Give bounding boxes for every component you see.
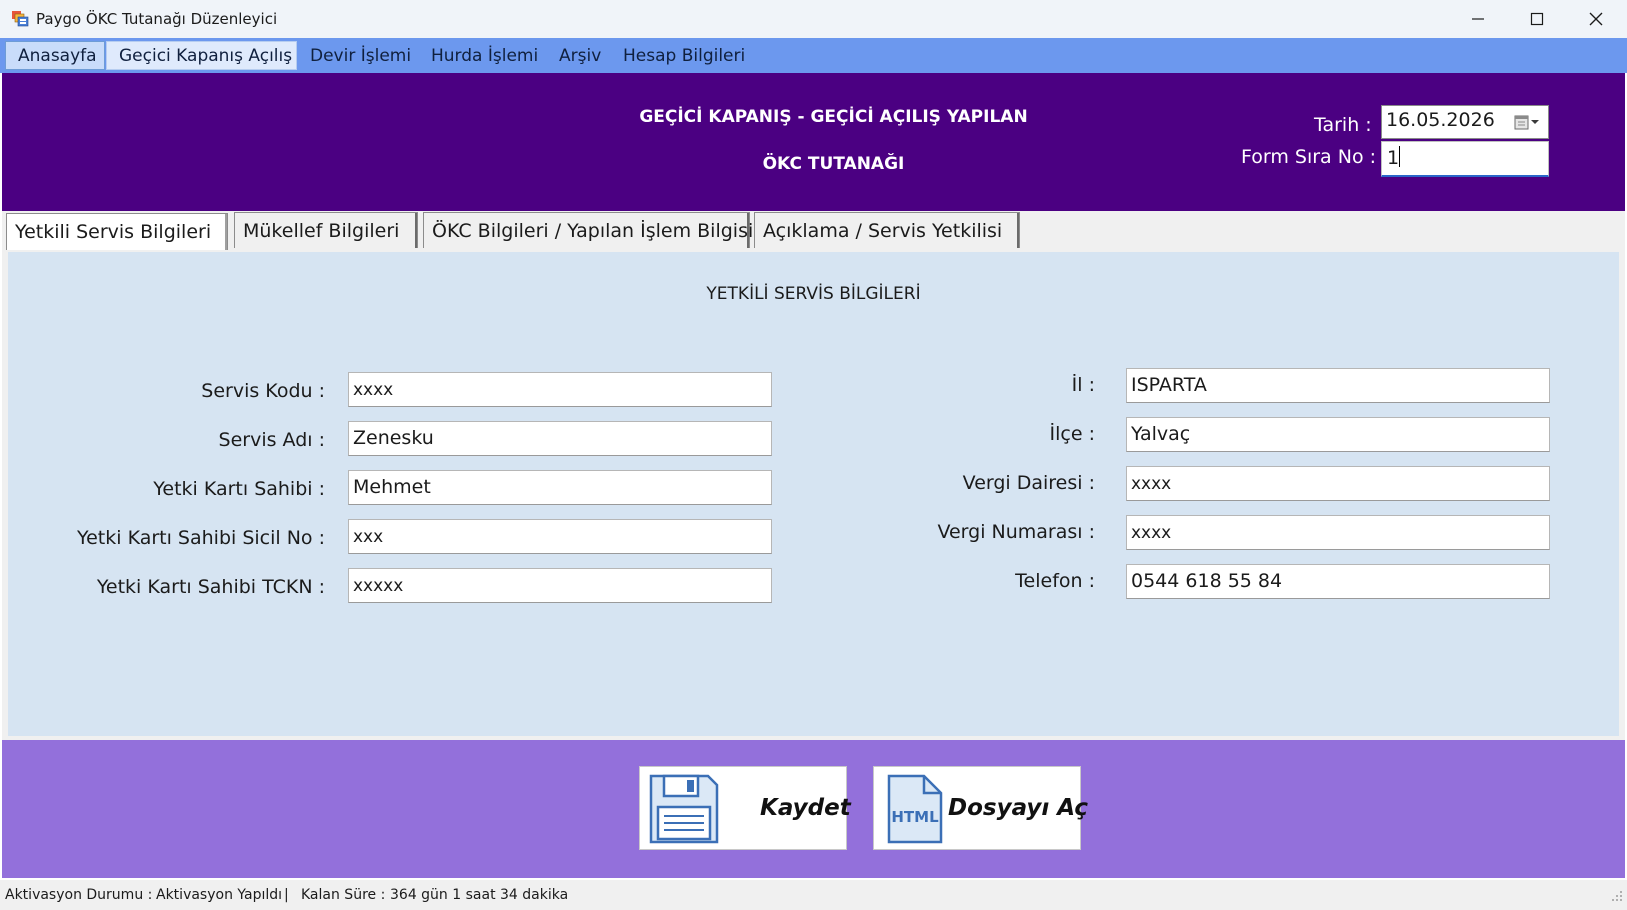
date-value: 16.05.2026	[1386, 109, 1495, 131]
remaining-time-value: 364 gün 1 saat 34 dakika	[390, 887, 569, 903]
close-icon	[1589, 12, 1603, 26]
date-label: Tarih :	[1314, 114, 1372, 136]
date-picker[interactable]: 16.05.2026	[1381, 105, 1549, 139]
menu-item-hesap-bilgileri[interactable]: Hesap Bilgileri	[611, 41, 757, 70]
action-footer: Kaydet HTML Dosyayı Aç	[2, 740, 1625, 878]
form-no-input[interactable]: 1	[1381, 141, 1549, 177]
menu-item-anasayfa[interactable]: Anasayfa	[5, 41, 105, 70]
form-header: GEÇİCİ KAPANIŞ - GEÇİCİ AÇILIŞ YAPILAN Ö…	[2, 73, 1625, 211]
calendar-icon[interactable]	[1514, 114, 1542, 136]
minimize-icon	[1471, 12, 1485, 26]
menu-item-hurda-islemi[interactable]: Hurda İşlemi	[419, 41, 550, 70]
remaining-time-label: Kalan Süre :	[301, 887, 386, 903]
menu-item-devir-islemi[interactable]: Devir İşlemi	[298, 41, 423, 70]
il-label: İl :	[1071, 374, 1095, 396]
menu-item-arsiv[interactable]: Arşiv	[547, 41, 613, 70]
yetki-karti-sahibi-input[interactable]: Mehmet	[348, 470, 772, 505]
vergi-numarasi-label: Vergi Numarası :	[937, 521, 1095, 543]
resize-grip-icon[interactable]	[1609, 888, 1623, 906]
sicil-no-input[interactable]: xxx	[348, 519, 772, 554]
menu-bar: Anasayfa Geçici Kapanış Açılış Devir İşl…	[0, 38, 1627, 73]
close-button[interactable]	[1567, 0, 1625, 38]
sicil-no-label: Yetki Kartı Sahibi Sicil No :	[77, 527, 325, 549]
minimize-button[interactable]	[1449, 0, 1507, 38]
window-title: Paygo ÖKC Tutanağı Düzenleyici	[36, 10, 278, 28]
maximize-icon	[1530, 12, 1544, 26]
status-separator: |	[284, 887, 289, 903]
floppy-disk-icon	[648, 773, 720, 849]
tab-content-panel: YETKİLİ SERVİS BİLGİLERİ Servis Kodu : x…	[2, 252, 1625, 740]
title-bar: Paygo ÖKC Tutanağı Düzenleyici	[0, 0, 1627, 38]
menu-item-gecici-kapanis-acilis[interactable]: Geçici Kapanış Açılış	[106, 41, 297, 70]
activation-status-value: Aktivasyon Yapıldı	[156, 887, 283, 903]
telefon-label: Telefon :	[1015, 570, 1095, 592]
save-button[interactable]: Kaydet	[639, 766, 851, 850]
yetki-karti-sahibi-label: Yetki Kartı Sahibi :	[153, 478, 325, 500]
open-file-button[interactable]: HTML Dosyayı Aç	[873, 766, 1088, 850]
html-file-icon: HTML	[886, 773, 944, 849]
text-caret	[1399, 146, 1401, 167]
html-icon-text: HTML	[891, 808, 939, 826]
tab-okc-bilgileri[interactable]: ÖKC Bilgileri / Yapılan İşlem Bilgisi	[423, 212, 753, 248]
telefon-input[interactable]: 0544 618 55 84	[1126, 564, 1550, 599]
servis-kodu-input[interactable]: xxxx	[348, 372, 772, 407]
maximize-button[interactable]	[1508, 0, 1566, 38]
form-no-label: Form Sıra No :	[1241, 146, 1377, 168]
status-bar: Aktivasyon Durumu : Aktivasyon Yapıldı |…	[0, 880, 1627, 910]
tab-aciklama-servis-yetkilisi[interactable]: Açıklama / Servis Yetkilisi	[754, 212, 1020, 248]
vergi-dairesi-input[interactable]: xxxx	[1126, 466, 1550, 501]
open-file-button-label: Dosyayı Aç	[948, 795, 1088, 821]
tab-strip: Yetkili Servis Bilgileri Mükellef Bilgil…	[2, 211, 1625, 252]
tckn-label: Yetki Kartı Sahibi TCKN :	[96, 576, 325, 598]
tckn-input[interactable]: xxxxx	[348, 568, 772, 603]
tab-yetkili-servis-bilgileri[interactable]: Yetkili Servis Bilgileri	[6, 213, 228, 250]
servis-kodu-label: Servis Kodu :	[201, 380, 325, 402]
form-no-value: 1	[1387, 147, 1400, 169]
save-button-label: Kaydet	[760, 795, 851, 821]
ilce-label: İlçe :	[1049, 423, 1095, 445]
servis-adi-input[interactable]: Zenesku	[348, 421, 772, 456]
il-input[interactable]: ISPARTA	[1126, 368, 1550, 403]
vergi-numarasi-input[interactable]: xxxx	[1126, 515, 1550, 550]
servis-adi-label: Servis Adı :	[218, 429, 325, 451]
activation-status-label: Aktivasyon Durumu :	[5, 887, 153, 903]
ilce-input[interactable]: Yalvaç	[1126, 417, 1550, 452]
app-icon	[11, 10, 29, 27]
vergi-dairesi-label: Vergi Dairesi :	[962, 472, 1095, 494]
section-title: YETKİLİ SERVİS BİLGİLERİ	[706, 284, 921, 304]
tab-mukellef-bilgileri[interactable]: Mükellef Bilgileri	[234, 212, 418, 248]
